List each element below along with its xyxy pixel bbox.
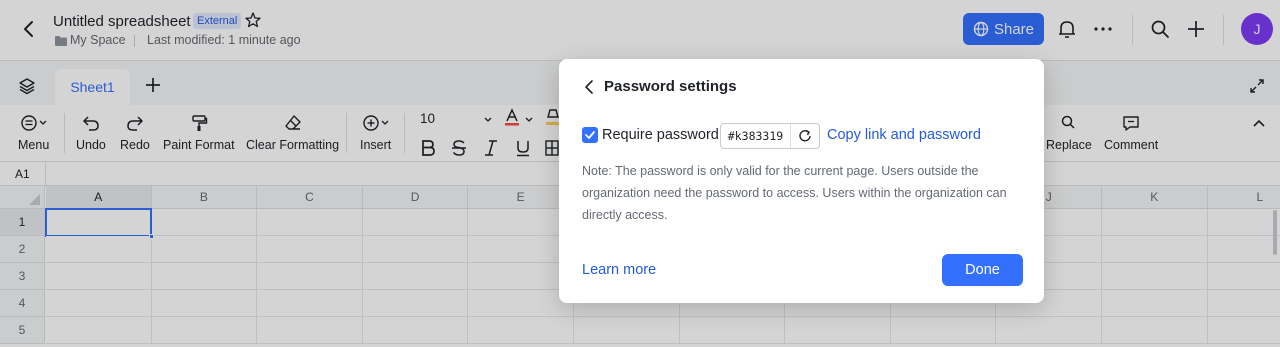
password-value[interactable]: #k383319 <box>721 124 791 148</box>
learn-more-link[interactable]: Learn more <box>582 262 656 278</box>
password-field: #k383319 <box>720 123 820 149</box>
done-button[interactable]: Done <box>942 254 1023 286</box>
dialog-title: Password settings <box>604 78 737 95</box>
require-password-label[interactable]: Require password <box>602 127 719 143</box>
require-password-checkbox[interactable] <box>582 127 598 143</box>
back-arrow-icon[interactable] <box>581 78 599 96</box>
regenerate-password-button[interactable] <box>791 124 819 148</box>
password-note: Note: The password is only valid for the… <box>582 164 1007 222</box>
refresh-icon <box>799 129 811 142</box>
password-settings-dialog: Password settings Require password #k383… <box>559 59 1044 303</box>
checkmark-icon <box>585 131 595 139</box>
copy-link-and-password-link[interactable]: Copy link and password <box>827 127 981 143</box>
